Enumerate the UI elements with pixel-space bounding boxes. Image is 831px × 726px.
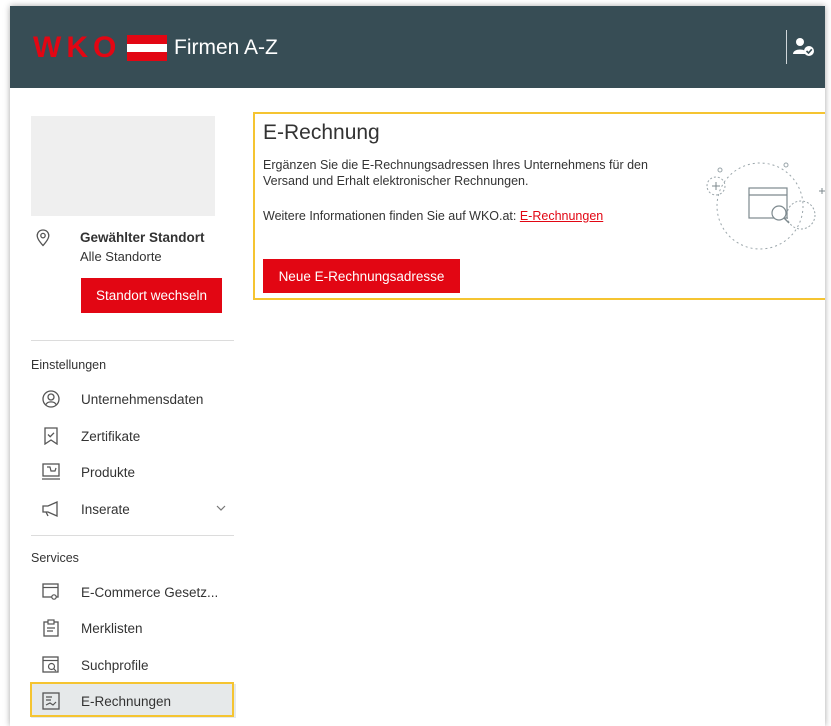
location-label: Gewählter Standort — [80, 230, 205, 245]
page-title: E-Rechnung — [263, 121, 380, 144]
sidebar-item-suchprofile[interactable]: Suchprofile — [31, 648, 236, 682]
search-profile-icon — [41, 655, 61, 675]
megaphone-icon — [41, 499, 61, 519]
sidebar-item-merklisten[interactable]: Merklisten — [31, 611, 236, 645]
new-e-invoice-address-button[interactable]: Neue E-Rechnungsadresse — [263, 259, 460, 293]
bookmark-list-icon — [41, 618, 61, 638]
sidebar-item-label: Inserate — [81, 501, 130, 517]
sidebar-item-label: Merklisten — [81, 620, 143, 636]
invoice-search-illustration-icon — [706, 162, 825, 250]
wko-logo[interactable]: WKO — [33, 31, 168, 64]
sidebar-item-zertifikate[interactable]: Zertifikate — [31, 419, 236, 453]
divider — [786, 30, 787, 64]
certificate-icon — [41, 426, 61, 446]
sidebar-item-unternehmensdaten[interactable]: Unternehmensdaten — [31, 382, 236, 416]
location-pin-icon — [36, 229, 50, 247]
app-title: Firmen A-Z — [174, 36, 278, 59]
sidebar-item-label: E-Commerce Gesetz... — [81, 584, 219, 600]
user-check-icon[interactable] — [793, 36, 815, 58]
products-icon — [41, 462, 61, 482]
description-text: Ergänzen Sie die E-Rechnungsadressen Ihr… — [263, 158, 648, 188]
divider — [31, 340, 234, 341]
austria-flag-icon — [127, 35, 168, 62]
app-window: WKO Firmen A-Z Gewählter Standort Alle S… — [10, 6, 825, 726]
sidebar: Gewählter Standort Alle Standorte Stando… — [10, 88, 240, 726]
location-value: Alle Standorte — [80, 249, 162, 264]
sidebar-item-label: Unternehmensdaten — [81, 391, 204, 407]
top-bar: WKO Firmen A-Z — [10, 6, 825, 88]
info-text: Weitere Informationen finden Sie auf WKO… — [263, 209, 603, 223]
sidebar-item-label: Suchprofile — [81, 657, 149, 673]
sidebar-item-label: Produkte — [81, 464, 136, 480]
sidebar-item-inserate[interactable]: Inserate — [31, 492, 236, 526]
highlight-outline — [30, 682, 234, 717]
sidebar-item-produkte[interactable]: Produkte — [31, 455, 236, 489]
divider — [31, 535, 234, 536]
info-prefix: Weitere Informationen finden Sie auf WKO… — [263, 209, 520, 223]
e-rechnungen-link[interactable]: E-Rechnungen — [520, 209, 603, 223]
user-circle-icon — [41, 389, 61, 409]
chevron-down-icon[interactable] — [216, 504, 226, 512]
sidebar-item-label: Zertifikate — [81, 428, 141, 444]
section-title-settings: Einstellungen — [31, 358, 107, 372]
ecommerce-icon — [41, 582, 61, 602]
logo-text: WKO — [33, 31, 122, 64]
change-location-button[interactable]: Standort wechseln — [81, 278, 222, 313]
sidebar-item-ecommerce[interactable]: E-Commerce Gesetz... — [31, 575, 236, 609]
section-title-services: Services — [31, 551, 79, 565]
company-image-placeholder — [31, 116, 215, 216]
